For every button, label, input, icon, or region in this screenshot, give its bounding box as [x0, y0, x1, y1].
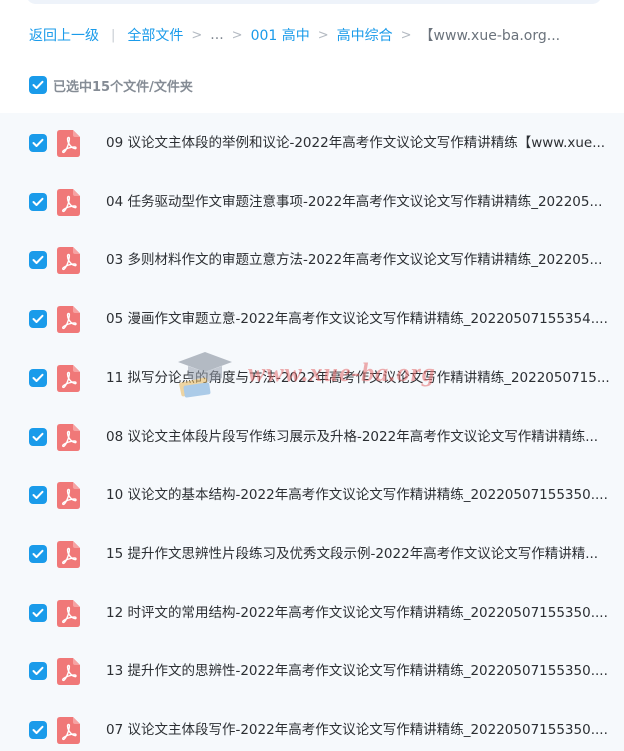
breadcrumb-current: 【www.xue-ba.org...	[419, 28, 561, 44]
file-checkbox[interactable]	[29, 662, 47, 681]
pdf-file-icon	[57, 540, 80, 568]
check-icon	[32, 138, 44, 147]
check-icon	[32, 490, 44, 500]
chevron-right-icon: >	[400, 27, 412, 43]
check-icon	[32, 197, 44, 206]
file-row[interactable]: 07 议论文主体段写作-2022年高考作文议论文写作精讲精练_202205071…	[0, 701, 624, 751]
check-icon	[32, 549, 44, 558]
file-name[interactable]: 15 提升作文思辨性片段练习及优秀文段示例-2022年高考作文议论文写作精讲精.…	[106, 545, 612, 563]
file-checkbox[interactable]	[29, 486, 47, 505]
breadcrumb-level2[interactable]: 高中综合	[337, 25, 393, 45]
file-row[interactable]: 11 拟写分论点的角度与方法-2022年高考作文议论文写作精讲精练_202205…	[0, 349, 624, 407]
file-name[interactable]: 12 时评文的常用结构-2022年高考作文议论文写作精讲精练_202205071…	[106, 604, 612, 622]
file-checkbox[interactable]	[29, 368, 47, 387]
check-icon	[32, 725, 44, 734]
file-name[interactable]: 05 漫画作文审题立意-2022年高考作文议论文写作精讲精练_202205071…	[106, 310, 612, 328]
chevron-right-icon: >	[317, 27, 329, 43]
file-checkbox[interactable]	[29, 544, 47, 563]
breadcrumb-all-files[interactable]: 全部文件	[127, 25, 183, 45]
check-icon	[32, 256, 44, 265]
breadcrumb-ellipsis[interactable]: ...	[210, 27, 223, 43]
selection-count: 已选中15个文件/文件夹	[53, 79, 193, 95]
breadcrumb-divider: |	[111, 27, 116, 43]
file-row[interactable]: 03 多则材料作文的审题立意方法-2022年高考作文议论文写作精讲精练_2022…	[0, 231, 624, 289]
file-checkbox[interactable]	[29, 603, 47, 622]
pdf-file-icon	[57, 188, 80, 216]
file-checkbox[interactable]	[29, 134, 47, 152]
file-row[interactable]: 13 提升作文的思辨性-2022年高考作文议论文写作精讲精练_202205071…	[0, 642, 624, 700]
file-name[interactable]: 10 议论文的基本结构-2022年高考作文议论文写作精讲精练_202205071…	[106, 486, 612, 504]
top-strip	[26, 0, 602, 4]
file-checkbox[interactable]	[29, 310, 47, 329]
chevron-right-icon: >	[231, 27, 243, 43]
file-list: 09 议论文主体段的举例和议论-2022年高考作文议论文写作精讲精练【www.x…	[0, 113, 624, 751]
pdf-file-icon	[57, 658, 80, 686]
file-checkbox[interactable]	[29, 427, 47, 446]
select-all-checkbox[interactable]	[29, 76, 47, 94]
check-icon	[32, 608, 44, 617]
file-row[interactable]: 09 议论文主体段的举例和议论-2022年高考作文议论文写作精讲精练【www.x…	[0, 114, 624, 172]
file-row[interactable]: 10 议论文的基本结构-2022年高考作文议论文写作精讲精练_202205071…	[0, 466, 624, 524]
file-checkbox[interactable]	[29, 192, 47, 211]
file-name[interactable]: 13 提升作文的思辨性-2022年高考作文议论文写作精讲精练_202205071…	[106, 662, 612, 680]
pdf-file-icon	[57, 599, 80, 627]
check-icon	[32, 667, 44, 676]
pdf-file-icon	[57, 247, 80, 275]
file-row[interactable]: 15 提升作文思辨性片段练习及优秀文段示例-2022年高考作文议论文写作精讲精.…	[0, 525, 624, 583]
breadcrumb-level1[interactable]: 001 高中	[251, 25, 310, 45]
file-row[interactable]: 05 漫画作文审题立意-2022年高考作文议论文写作精讲精练_202205071…	[0, 290, 624, 348]
check-icon	[32, 432, 44, 441]
file-name[interactable]: 07 议论文主体段写作-2022年高考作文议论文写作精讲精练_202205071…	[106, 721, 612, 739]
pdf-file-icon	[57, 364, 80, 392]
file-name[interactable]: 03 多则材料作文的审题立意方法-2022年高考作文议论文写作精讲精练_2022…	[106, 251, 612, 269]
check-icon	[32, 80, 44, 89]
file-row[interactable]: 08 议论文主体段片段写作练习展示及升格-2022年高考作文议论文写作精讲精练.…	[0, 408, 624, 466]
chevron-right-icon: >	[191, 27, 203, 43]
pdf-file-icon	[57, 306, 80, 334]
pdf-file-icon	[57, 717, 80, 744]
breadcrumb: 返回上一级 | 全部文件 > ... > 001 高中 > 高中综合 > 【ww…	[29, 24, 560, 46]
file-row[interactable]: 12 时评文的常用结构-2022年高考作文议论文写作精讲精练_202205071…	[0, 584, 624, 642]
pdf-file-icon	[57, 482, 80, 510]
file-name[interactable]: 09 议论文主体段的举例和议论-2022年高考作文议论文写作精讲精练【www.x…	[106, 134, 612, 152]
file-checkbox[interactable]	[29, 721, 47, 739]
check-icon	[32, 314, 44, 324]
file-row[interactable]: 04 任务驱动型作文审题注意事项-2022年高考作文议论文写作精讲精练_2022…	[0, 173, 624, 231]
file-browser: 返回上一级 | 全部文件 > ... > 001 高中 > 高中综合 > 【ww…	[0, 0, 624, 751]
file-name[interactable]: 04 任务驱动型作文审题注意事项-2022年高考作文议论文写作精讲精练_2022…	[106, 193, 612, 211]
back-link[interactable]: 返回上一级	[29, 25, 99, 45]
check-icon	[32, 373, 44, 382]
pdf-file-icon	[57, 130, 80, 157]
file-name[interactable]: 11 拟写分论点的角度与方法-2022年高考作文议论文写作精讲精练_202205…	[106, 369, 612, 387]
file-name[interactable]: 08 议论文主体段片段写作练习展示及升格-2022年高考作文议论文写作精讲精练.…	[106, 428, 612, 446]
pdf-file-icon	[57, 423, 80, 451]
file-checkbox[interactable]	[29, 251, 47, 270]
selection-bar: 已选中15个文件/文件夹	[29, 76, 193, 95]
